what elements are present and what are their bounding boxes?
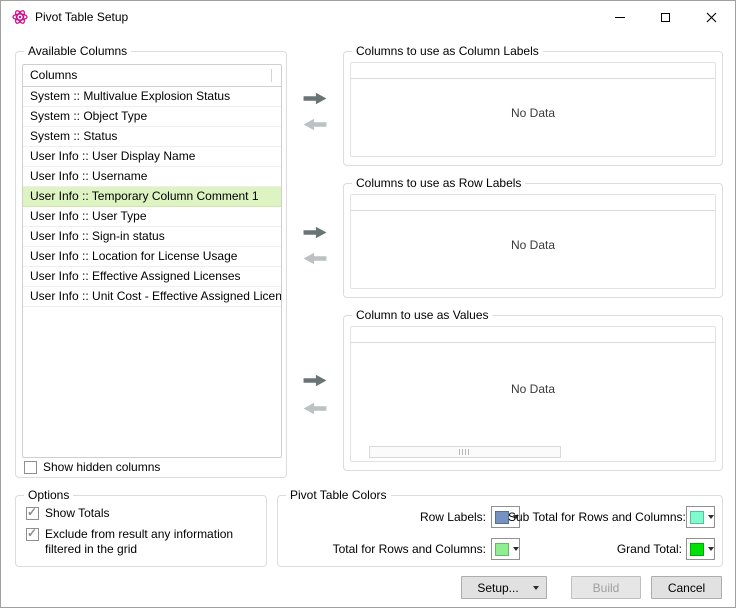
remove-from-values-button[interactable] [299, 399, 331, 417]
build-button-label: Build [593, 581, 620, 595]
maximize-icon [661, 13, 670, 22]
list-item[interactable]: System :: Object Type [23, 107, 281, 127]
setup-button-label: Setup... [469, 581, 527, 595]
list-item[interactable]: User Info :: Username [23, 167, 281, 187]
build-button[interactable]: Build [571, 576, 641, 599]
setup-button[interactable]: Setup... [461, 576, 547, 599]
cancel-button[interactable]: Cancel [651, 576, 722, 599]
column-labels-list[interactable]: No Data [350, 62, 716, 157]
list-item[interactable]: User Info :: Location for License Usage [23, 247, 281, 267]
available-columns-list[interactable]: Columns System :: Multivalue Explosion S… [22, 64, 282, 458]
arrow-left-icon [301, 401, 329, 416]
column-labels-group-label: Columns to use as Column Labels [352, 44, 543, 59]
chevron-down-icon [533, 586, 539, 590]
remove-from-row-labels-button[interactable] [299, 249, 331, 267]
arrow-right-icon [301, 373, 329, 388]
values-list[interactable]: No Data [350, 326, 716, 462]
color-swatch [495, 511, 509, 524]
list-item[interactable]: System :: Status [23, 127, 281, 147]
remove-from-column-labels-button[interactable] [299, 115, 331, 133]
no-data-text: No Data [351, 382, 715, 396]
options-group-label: Options [24, 488, 73, 503]
row-labels-color-label: Row Labels: [278, 506, 486, 528]
list-item[interactable]: User Info :: Effective Assigned Licenses [23, 267, 281, 287]
checkbox-box [24, 461, 37, 474]
maximize-button[interactable] [643, 2, 688, 32]
color-swatch [495, 543, 509, 556]
arrow-left-icon [301, 117, 329, 132]
checkbox-box [26, 528, 39, 541]
sub-total-color-label: Sub Total for Rows and Columns: [508, 506, 682, 528]
exclude-filtered-checkbox[interactable]: Exclude from result any information filt… [26, 527, 241, 557]
cancel-button-label: Cancel [668, 581, 705, 595]
row-labels-list-header [351, 195, 715, 211]
total-color-label: Total for Rows and Columns: [278, 538, 486, 560]
arrow-right-icon [301, 91, 329, 106]
show-hidden-checkbox[interactable]: Show hidden columns [24, 460, 160, 475]
add-to-column-labels-button[interactable] [299, 89, 331, 107]
row-labels-group-label: Columns to use as Row Labels [352, 176, 525, 191]
list-item[interactable]: User Info :: User Display Name [23, 147, 281, 167]
add-to-values-button[interactable] [299, 371, 331, 389]
close-icon [706, 12, 717, 23]
chevron-down-icon [708, 515, 714, 519]
values-list-header [351, 327, 715, 343]
column-labels-group: Columns to use as Column Labels No Data [343, 51, 723, 166]
pivot-colors-group-label: Pivot Table Colors [286, 488, 391, 503]
checkbox-box [26, 507, 39, 520]
pivot-table-setup-window: Pivot Table Setup Available Columns Colu… [0, 0, 736, 608]
list-item-selected[interactable]: User Info :: Temporary Column Comment 1 [23, 187, 281, 207]
column-labels-list-header [351, 63, 715, 79]
horizontal-scrollbar[interactable] [369, 446, 561, 458]
grand-total-color-label: Grand Total: [508, 538, 682, 560]
available-columns-group-label: Available Columns [24, 44, 131, 59]
list-item[interactable]: User Info :: Sign-in status [23, 227, 281, 247]
arrow-left-icon [301, 251, 329, 266]
values-group-label: Column to use as Values [352, 308, 493, 323]
minimize-icon [615, 17, 625, 18]
show-totals-label: Show Totals [45, 506, 109, 521]
exclude-filtered-label: Exclude from result any information filt… [45, 527, 241, 557]
row-labels-group: Columns to use as Row Labels No Data [343, 183, 723, 298]
color-swatch [690, 511, 704, 524]
row-labels-list[interactable]: No Data [350, 194, 716, 289]
show-hidden-label: Show hidden columns [43, 460, 160, 475]
chevron-down-icon [708, 547, 714, 551]
pivot-colors-group: Pivot Table Colors Row Labels: Sub Total… [277, 495, 723, 567]
sub-total-color-dropdown[interactable] [686, 506, 715, 528]
title-bar: Pivot Table Setup [1, 1, 735, 33]
columns-header[interactable]: Columns [23, 65, 281, 87]
list-item[interactable]: User Info :: User Type [23, 207, 281, 227]
add-to-row-labels-button[interactable] [299, 223, 331, 241]
available-columns-group: Available Columns Columns System :: Mult… [15, 51, 287, 478]
options-group: Options Show Totals Exclude from result … [15, 495, 267, 567]
color-swatch [690, 543, 704, 556]
list-item[interactable]: User Info :: Unit Cost - Effective Assig… [23, 287, 281, 307]
scrollbar-thumb[interactable] [459, 449, 471, 455]
no-data-text: No Data [351, 238, 715, 252]
list-item[interactable]: System :: Multivalue Explosion Status [23, 87, 281, 107]
values-group: Column to use as Values No Data [343, 315, 723, 471]
arrow-right-icon [301, 225, 329, 240]
window-title: Pivot Table Setup [35, 1, 128, 33]
show-totals-checkbox[interactable]: Show Totals [26, 506, 109, 521]
close-button[interactable] [689, 2, 734, 32]
minimize-button[interactable] [597, 2, 642, 32]
app-icon [12, 9, 28, 25]
grand-total-color-dropdown[interactable] [686, 538, 715, 560]
no-data-text: No Data [351, 106, 715, 120]
